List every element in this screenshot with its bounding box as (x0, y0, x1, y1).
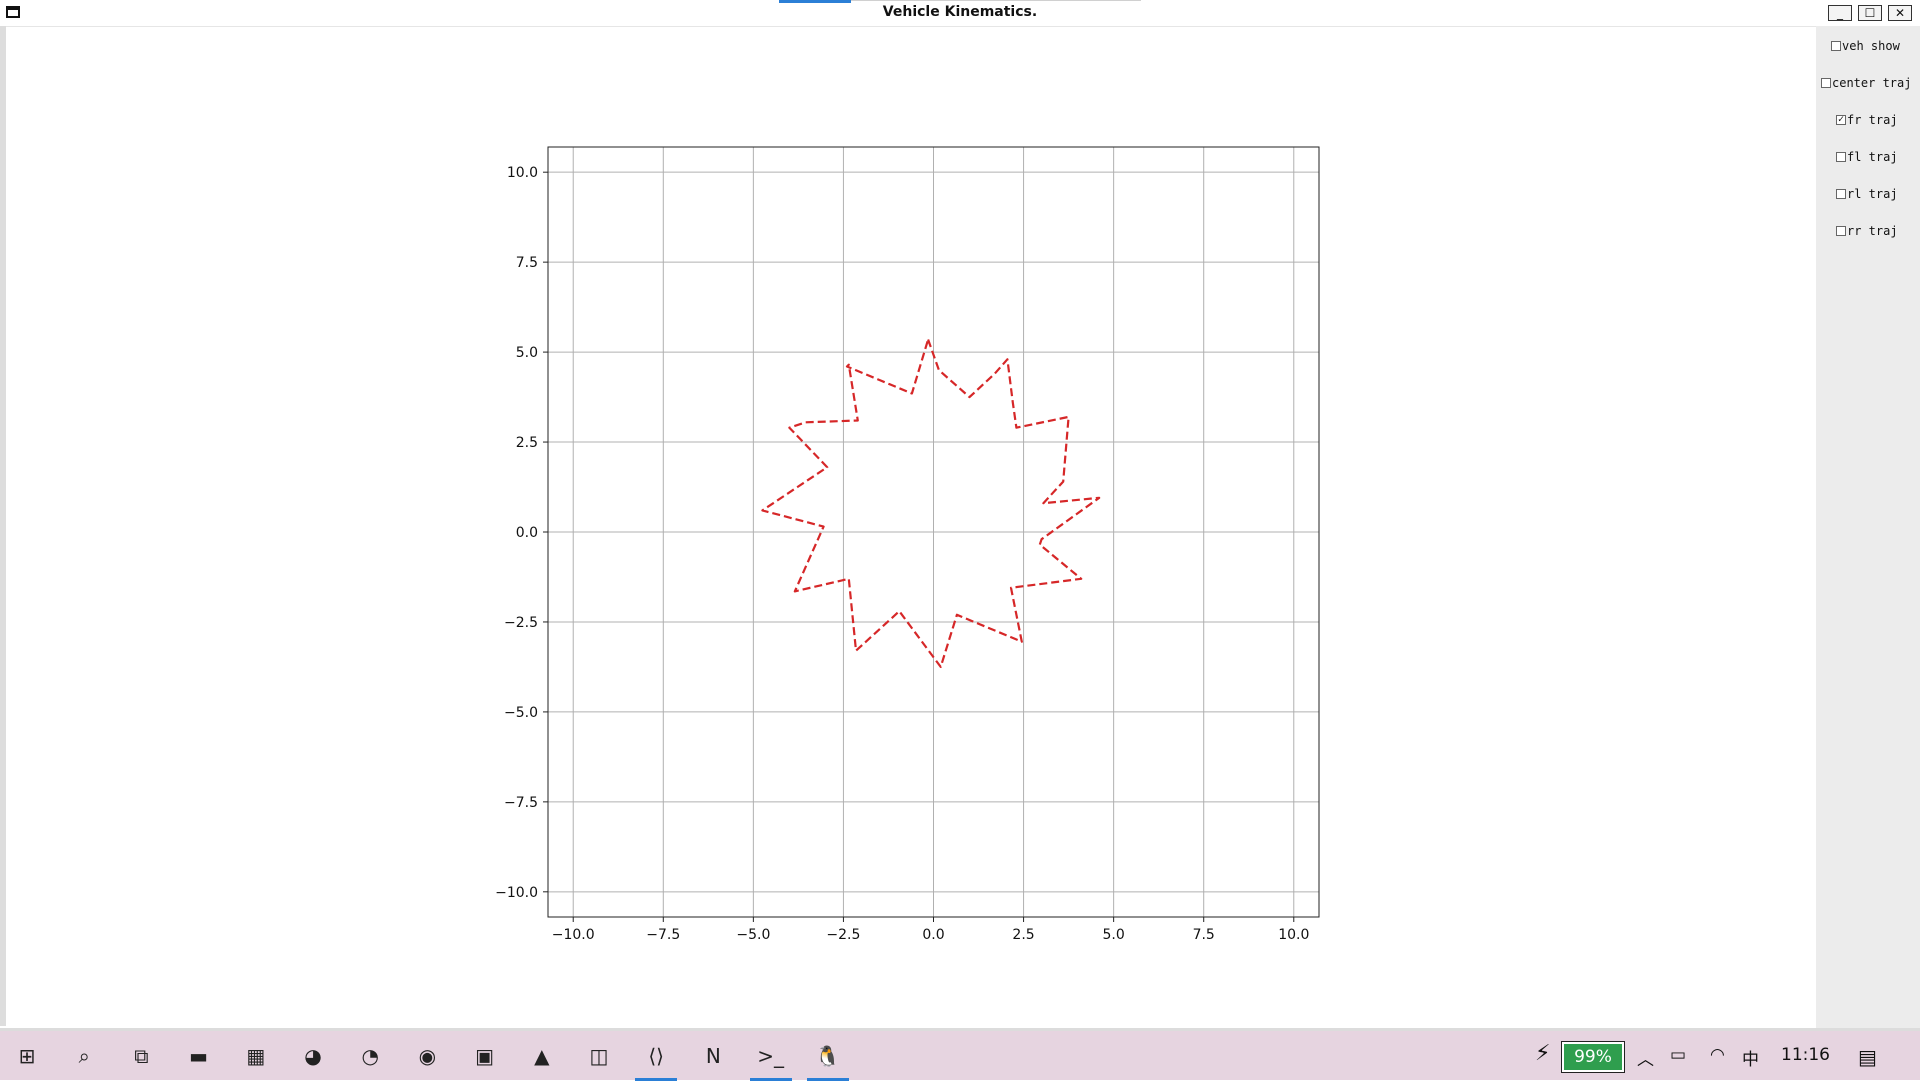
center-traj-label: center traj (1832, 76, 1912, 90)
rl-traj-box[interactable] (1836, 189, 1846, 199)
onenote-icon[interactable]: N (696, 1039, 730, 1073)
x-tick-label: 7.5 (1193, 927, 1215, 943)
taskbar: ⊞ ⌕ ⧉ ▬ ▦ ◕ ◔ ◉ ▣ ▲ ◫ ⟨⟩ N >_ 🐧 ⚡ 99% ︿ ▭ ◠ 中 11:16 ▤ (0, 1031, 1920, 1081)
fr-traj-box[interactable]: ✓ (1836, 115, 1846, 125)
y-tick-label: −10.0 (495, 885, 538, 901)
wifi-icon[interactable]: ◠ (1710, 1045, 1725, 1065)
veh-show-label: veh show (1842, 39, 1900, 53)
fr-trajectory-line (761, 339, 1101, 669)
search-icon[interactable]: ⌕ (67, 1039, 101, 1073)
center-traj-box[interactable] (1821, 78, 1831, 88)
fr-traj-checkbox[interactable]: ✓ fr traj (1836, 113, 1898, 127)
control-panel: veh show center traj ✓ fr traj fl traj r… (1816, 26, 1920, 1028)
notification-icon[interactable]: ▤ (1858, 1045, 1877, 1069)
y-tick-label: −2.5 (504, 615, 538, 631)
fl-traj-checkbox[interactable]: fl traj (1836, 150, 1898, 164)
x-tick-label: 10.0 (1278, 927, 1309, 943)
matlab-icon[interactable]: ▲ (525, 1039, 559, 1073)
x-tick-label: −2.5 (826, 927, 860, 943)
x-tick-label: 0.0 (922, 927, 944, 943)
x-tick-label: 5.0 (1103, 927, 1125, 943)
axis-ticks: −10.0 −7.5 −5.0 −2.5 0.0 2.5 5.0 7.5 10.0 −10.0 −7… (495, 165, 1309, 943)
rr-traj-box[interactable] (1836, 226, 1846, 236)
y-tick-label: −7.5 (504, 795, 538, 811)
chevron-up-icon[interactable]: ︿ (1637, 1045, 1654, 1070)
veh-show-checkbox[interactable]: veh show (1831, 39, 1900, 53)
rr-traj-checkbox[interactable]: rr traj (1836, 224, 1898, 238)
y-tick-label: 5.0 (516, 345, 538, 361)
trajectory-plot: −10.0 −7.5 −5.0 −2.5 0.0 2.5 5.0 7.5 10.0 −10.0 −7… (495, 146, 1320, 943)
grid (548, 147, 1319, 917)
task-view-icon[interactable]: ⧉ (124, 1039, 158, 1073)
app-icon[interactable]: ◫ (582, 1039, 616, 1073)
youdao-icon[interactable]: ▣ (468, 1039, 502, 1073)
x-tick-label: −10.0 (552, 927, 595, 943)
x-tick-label: −5.0 (736, 927, 770, 943)
vscode-icon[interactable]: ⟨⟩ (635, 1039, 678, 1081)
fl-traj-label: fl traj (1847, 150, 1898, 164)
series-group (761, 339, 1101, 669)
x-tick-label: 2.5 (1012, 927, 1034, 943)
terminal-icon[interactable]: >_ (749, 1039, 792, 1081)
edge-dev-icon[interactable]: ◔ (353, 1039, 387, 1073)
fl-traj-box[interactable] (1836, 152, 1846, 162)
rl-traj-label: rl traj (1847, 187, 1898, 201)
y-tick-label: −5.0 (504, 705, 538, 721)
linux-icon[interactable]: 🐧 (806, 1039, 849, 1081)
y-tick-label: 7.5 (516, 255, 538, 271)
center-traj-checkbox[interactable]: center traj (1821, 76, 1911, 90)
y-tick-label: 10.0 (507, 165, 538, 181)
charging-icon: ⚡ (1535, 1041, 1551, 1066)
ime-indicator[interactable]: 中 (1742, 1045, 1759, 1070)
y-tick-label: 2.5 (516, 435, 538, 451)
windows-start-icon[interactable]: ⊞ (10, 1039, 44, 1073)
edge-icon[interactable]: ◕ (296, 1039, 330, 1073)
fr-traj-label: fr traj (1847, 113, 1898, 127)
y-tick-label: 0.0 (516, 525, 538, 541)
rl-traj-checkbox[interactable]: rl traj (1836, 187, 1898, 201)
file-explorer-icon[interactable]: ▬ (182, 1039, 216, 1073)
x-tick-label: −7.5 (646, 927, 680, 943)
battery-indicator[interactable]: 99% (1561, 1041, 1625, 1073)
rr-traj-label: rr traj (1847, 224, 1898, 238)
veh-show-box[interactable] (1831, 41, 1841, 51)
clock[interactable]: 11:16 (1781, 1045, 1830, 1065)
chrome-icon[interactable]: ◉ (410, 1039, 444, 1073)
calculator-icon[interactable]: ▦ (239, 1039, 273, 1073)
device-icon[interactable]: ▭ (1670, 1045, 1686, 1065)
